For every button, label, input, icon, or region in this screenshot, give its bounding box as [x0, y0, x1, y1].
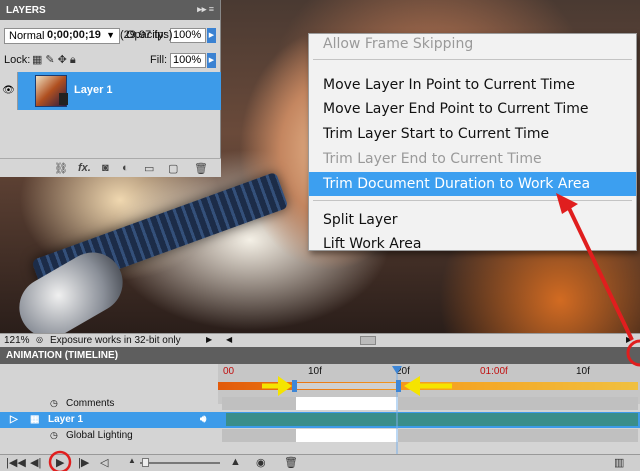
track-segment [398, 397, 638, 410]
ruler-tick: 20f [396, 366, 410, 377]
lock-icons: ▦✎✥🔒︎ [32, 53, 79, 67]
fill-label: Fill: [150, 54, 168, 66]
menu-separator [313, 200, 632, 201]
timeline-row-comments[interactable]: ◷ Comments [0, 396, 640, 412]
scroll-right-icon[interactable]: ▶ [626, 335, 632, 344]
fill-arrow-icon[interactable]: ▶ [207, 53, 216, 68]
lock-move-icon[interactable]: ✥ [58, 54, 70, 66]
ruler-tick: 00 [223, 366, 235, 377]
convert-frames-icon[interactable]: ▥ [614, 456, 624, 469]
add-mask-icon[interactable]: ◙ [102, 162, 109, 174]
trash-icon[interactable]: 🗑︎ [284, 456, 298, 469]
row-label: Global Lighting [66, 430, 133, 441]
menu-item-allow-frame-skipping: Allow Frame Skipping [323, 36, 474, 52]
layer-name: Layer 1 [74, 84, 113, 96]
new-layer-icon[interactable]: ▢ [168, 162, 178, 175]
menu-item-lift-work-area[interactable]: Lift Work Area [309, 232, 636, 250]
layer-duration-bar[interactable] [226, 413, 638, 426]
blend-mode-value: Normal [9, 30, 45, 42]
first-frame-icon[interactable]: |◀◀ [6, 456, 26, 469]
track-segment [296, 397, 398, 410]
onion-skin-icon[interactable]: ◉ [256, 456, 266, 469]
link-layers-icon[interactable]: ⛓ [54, 162, 68, 175]
audio-icon[interactable]: 🔊︎ [200, 414, 206, 425]
row-label: Layer 1 [48, 414, 84, 425]
zoom-slider-track[interactable] [140, 462, 220, 464]
status-arrow-icon[interactable]: ▶ [206, 335, 212, 344]
work-area-range[interactable] [295, 383, 398, 389]
ruler-tick: 01:00f [480, 366, 508, 377]
panel-menu-icon[interactable]: ▸▸ ≡ [197, 4, 214, 15]
chevron-down-icon: ▼ [106, 30, 115, 40]
lock-transparency-icon[interactable]: ▦ [32, 54, 45, 66]
trash-icon[interactable]: 🗑︎ [194, 162, 208, 175]
context-menu: Allow Frame Skipping Move Layer In Point… [308, 33, 637, 251]
timeline-row-global-lighting[interactable]: ◷ Global Lighting [0, 428, 640, 444]
menu-item-split-layer[interactable]: Split Layer [309, 208, 636, 232]
fx-icon[interactable]: fx. [78, 162, 91, 174]
track-segment [398, 429, 638, 442]
expand-triangle-icon[interactable]: ▷ [10, 414, 18, 425]
menu-item-trim-layer-end: Trim Layer End to Current Time [323, 151, 542, 167]
next-frame-icon[interactable]: |▶ [78, 456, 89, 469]
video-layer-icon [59, 93, 68, 105]
layers-title: LAYERS [6, 5, 46, 16]
ruler-tick: 10f [308, 366, 322, 377]
track-segment [222, 397, 296, 410]
new-group-icon[interactable]: ▭ [144, 162, 154, 175]
track-segment [222, 429, 296, 442]
status-menu-icon[interactable]: ◎ [36, 335, 43, 344]
audio-toggle-icon[interactable]: ◁ [100, 456, 108, 469]
ruler-tick: 10f [576, 366, 590, 377]
menu-item-trim-document-duration[interactable]: Trim Document Duration to Work Area [309, 172, 636, 196]
menu-item-move-layer-end-point[interactable]: Move Layer End Point to Current Time [309, 97, 636, 121]
opacity-input[interactable]: 100% [170, 28, 206, 43]
visibility-eye-icon[interactable]: 👁︎ [0, 72, 18, 110]
layers-footer: ⛓ fx. ◙ ◐ ▭ ▢ 🗑︎ [0, 158, 221, 177]
layers-panel-tab[interactable]: LAYERS ▸▸ ≡ [0, 0, 220, 20]
scroll-left-icon[interactable]: ◀ [226, 335, 232, 344]
status-message: Exposure works in 32-bit only [50, 335, 181, 346]
frame-rate: (29.97 fps) [120, 29, 173, 41]
menu-separator [313, 59, 632, 60]
timeline-tab[interactable]: ANIMATION (TIMELINE) [0, 347, 640, 364]
zoom-slider-thumb[interactable] [142, 458, 149, 467]
layers-panel: LAYERS ▸▸ ≡ Normal ▼ Opacity: 100% ▶ Loc… [0, 0, 221, 177]
timeline-controls: |◀◀ ◀| ▶ |▶ ◁ ▲ ▲ ◉ 🗑︎ ▥ [0, 454, 640, 471]
fill-input[interactable]: 100% [170, 53, 206, 68]
lock-label: Lock: [4, 54, 31, 66]
track-segment [296, 429, 398, 442]
stopwatch-icon[interactable]: ◷ [50, 398, 58, 409]
video-layer-icon: ▦ [30, 414, 40, 425]
status-bar: 121% ◎ Exposure works in 32-bit only ▶ ◀… [0, 333, 640, 347]
zoom-out-icon[interactable]: ▲ [128, 456, 136, 465]
horizontal-scrollbar-thumb[interactable] [360, 336, 376, 345]
opacity-arrow-icon[interactable]: ▶ [207, 28, 216, 43]
lock-all-icon[interactable]: 🔒︎ [70, 54, 79, 66]
current-timecode[interactable]: 0;00;00;19 [47, 29, 101, 41]
menu-item-move-layer-in-point[interactable]: Move Layer In Point to Current Time [309, 73, 636, 97]
timeline-row-layer[interactable]: ▷ ▦ Layer 1 🔊︎ [0, 412, 640, 428]
adjustment-layer-icon[interactable]: ◐ [122, 162, 129, 174]
menu-item-trim-layer-start[interactable]: Trim Layer Start to Current Time [309, 122, 636, 146]
lock-paint-icon[interactable]: ✎ [45, 54, 57, 66]
layer-row[interactable]: 👁︎ Layer 1 [0, 72, 221, 110]
row-label: Comments [66, 398, 115, 409]
work-area-bar[interactable] [218, 382, 638, 390]
previous-frame-icon[interactable]: ◀| [30, 456, 41, 469]
zoom-level[interactable]: 121% [4, 335, 30, 346]
play-icon[interactable]: ▶ [56, 456, 64, 469]
zoom-in-icon[interactable]: ▲ [230, 456, 241, 468]
stopwatch-icon[interactable]: ◷ [50, 430, 58, 441]
